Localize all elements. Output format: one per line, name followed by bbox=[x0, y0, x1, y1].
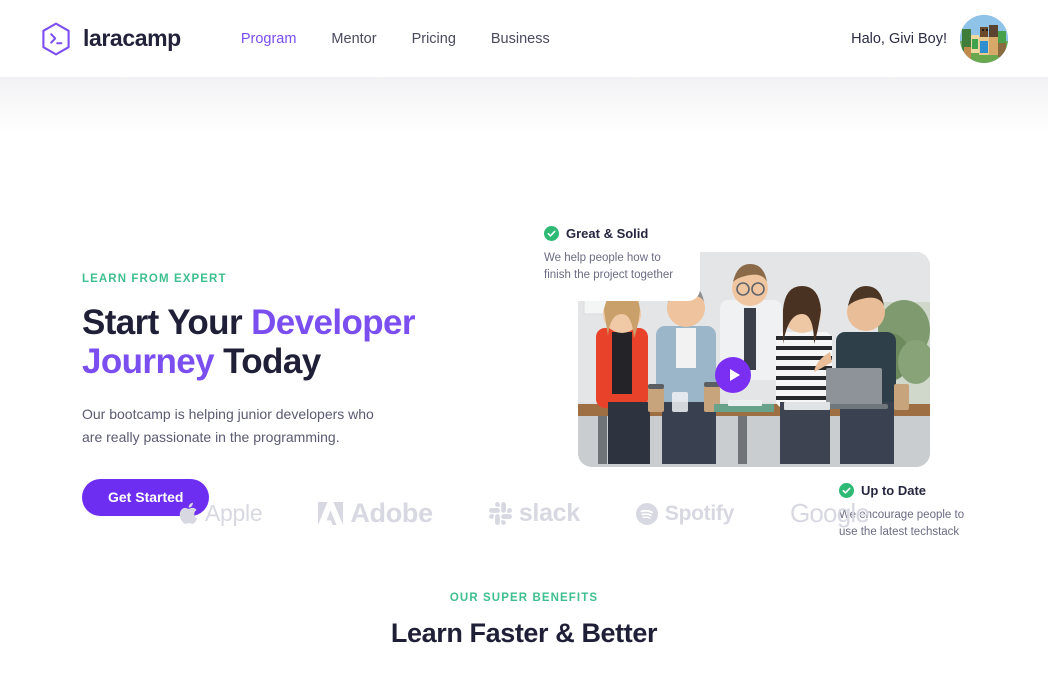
hero-eyebrow: LEARN FROM EXPERT bbox=[82, 273, 227, 285]
brand-label: Spotify bbox=[664, 501, 734, 525]
partner-logos: Apple Adobe slack Spotify Google bbox=[0, 498, 1048, 529]
brand-logo-link[interactable]: laracamp bbox=[40, 22, 181, 56]
feature-card-great-solid: Great & Solid We help people how to fini… bbox=[540, 222, 700, 301]
play-icon bbox=[729, 369, 740, 381]
card-title: Up to Date bbox=[861, 483, 926, 498]
brand-label: Google bbox=[789, 498, 870, 528]
nav-item-business[interactable]: Business bbox=[491, 31, 550, 47]
main-nav: Program Mentor Pricing Business bbox=[241, 31, 550, 47]
benefits-title: Learn Faster & Better bbox=[390, 618, 658, 648]
slack-icon bbox=[488, 502, 512, 525]
brand-logo-adobe: Adobe bbox=[318, 498, 433, 529]
brand-logo-slack: slack bbox=[488, 499, 580, 528]
card-title-row: Up to Date bbox=[839, 483, 976, 498]
card-title-row: Great & Solid bbox=[544, 226, 686, 241]
check-circle-icon bbox=[839, 483, 854, 498]
header-gradient bbox=[0, 77, 1048, 135]
brand-logo-google: Google bbox=[789, 498, 870, 529]
brand-label: slack bbox=[518, 499, 580, 527]
nav-item-mentor[interactable]: Mentor bbox=[331, 31, 376, 47]
apple-icon bbox=[179, 502, 198, 525]
play-video-button[interactable] bbox=[715, 357, 751, 393]
nav-item-program[interactable]: Program bbox=[241, 31, 297, 47]
headline-part-2: Today bbox=[213, 342, 321, 382]
user-area[interactable]: Halo, Givi Boy! bbox=[851, 14, 1008, 63]
brand-label: Adobe bbox=[350, 498, 433, 528]
avatar[interactable] bbox=[960, 14, 1008, 63]
brand-label: Apple bbox=[205, 500, 263, 526]
nav-item-pricing[interactable]: Pricing bbox=[412, 31, 456, 47]
headline-accent-journey: Journey bbox=[82, 342, 215, 382]
page-root: laracamp Program Mentor Pricing Business… bbox=[0, 0, 1048, 700]
hero-copy: LEARN FROM EXPERT Start Your Developer Jo… bbox=[82, 273, 482, 516]
card-title: Great & Solid bbox=[566, 226, 649, 241]
benefits-section: OUR SUPER BENEFITS Learn Faster & Better bbox=[0, 592, 1048, 649]
spotify-icon bbox=[635, 502, 658, 525]
card-text: We help people how to finish the project… bbox=[544, 252, 674, 282]
headline-part-1: Start Your bbox=[82, 303, 252, 342]
user-greeting: Halo, Givi Boy! bbox=[851, 30, 947, 47]
headline-accent-developer: Developer bbox=[251, 303, 415, 342]
hero-subtitle: Our bootcamp is helping junior developer… bbox=[82, 406, 374, 446]
hexagon-terminal-icon bbox=[40, 22, 72, 56]
page-title: Start Your Developer Journey Today bbox=[82, 303, 482, 381]
brand-logo-spotify: Spotify bbox=[635, 501, 734, 526]
brand-logo-apple: Apple bbox=[179, 500, 263, 527]
check-circle-icon bbox=[544, 226, 559, 241]
benefits-eyebrow: OUR SUPER BENEFITS bbox=[449, 592, 599, 604]
site-header: laracamp Program Mentor Pricing Business… bbox=[0, 0, 1048, 77]
brand-name: laracamp bbox=[83, 25, 181, 51]
adobe-icon bbox=[318, 502, 344, 525]
